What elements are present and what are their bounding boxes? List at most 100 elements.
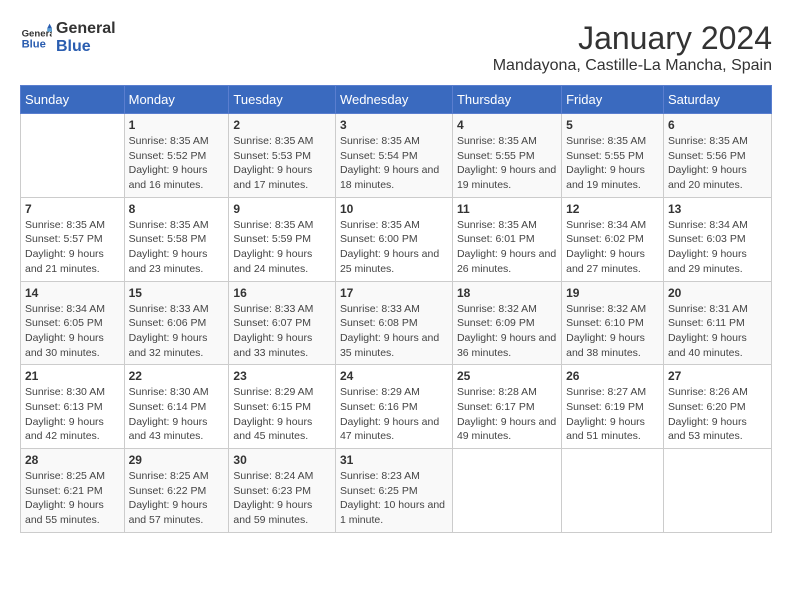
day-number: 6 [668,118,767,132]
calendar-cell: 21 Sunrise: 8:30 AMSunset: 6:13 PMDayligh… [21,365,125,449]
calendar-cell [663,449,771,533]
day-detail: Sunrise: 8:35 AMSunset: 6:00 PMDaylight:… [340,218,448,277]
day-number: 14 [25,286,120,300]
day-detail: Sunrise: 8:25 AMSunset: 6:22 PMDaylight:… [129,469,225,528]
weekday-header: Monday [124,86,229,114]
day-detail: Sunrise: 8:35 AMSunset: 5:53 PMDaylight:… [233,134,331,193]
calendar-week-row: 1Sunrise: 8:35 AMSunset: 5:52 PMDaylight… [21,114,772,198]
header-row: SundayMondayTuesdayWednesdayThursdayFrid… [21,86,772,114]
day-detail: Sunrise: 8:31 AMSunset: 6:11 PMDaylight:… [668,302,767,361]
day-number: 18 [457,286,557,300]
calendar-cell: 27 Sunrise: 8:26 AMSunset: 6:20 PMDayligh… [663,365,771,449]
calendar-week-row: 21 Sunrise: 8:30 AMSunset: 6:13 PMDayligh… [21,365,772,449]
day-detail: Sunrise: 8:33 AMSunset: 6:08 PMDaylight:… [340,302,448,361]
day-number: 31 [340,453,448,467]
calendar-cell: 6 Sunrise: 8:35 AMSunset: 5:56 PMDaylight… [663,114,771,198]
weekday-header: Thursday [452,86,561,114]
day-number: 16 [233,286,331,300]
day-detail: Sunrise: 8:32 AMSunset: 6:10 PMDaylight:… [566,302,659,361]
subtitle: Mandayona, Castille-La Mancha, Spain [493,57,772,75]
calendar-cell: 11 Sunrise: 8:35 AMSunset: 6:01 PMDayligh… [452,197,561,281]
calendar-cell: 4 Sunrise: 8:35 AMSunset: 5:55 PMDaylight… [452,114,561,198]
day-detail: Sunrise: 8:29 AMSunset: 6:16 PMDaylight:… [340,385,448,444]
day-detail: Sunrise: 8:35 AMSunset: 6:01 PMDaylight:… [457,218,557,277]
calendar-cell: 10 Sunrise: 8:35 AMSunset: 6:00 PMDayligh… [335,197,452,281]
day-number: 12 [566,202,659,216]
day-detail: Sunrise: 8:27 AMSunset: 6:19 PMDaylight:… [566,385,659,444]
calendar-cell: 20 Sunrise: 8:31 AMSunset: 6:11 PMDayligh… [663,281,771,365]
calendar-week-row: 28Sunrise: 8:25 AMSunset: 6:21 PMDayligh… [21,449,772,533]
day-number: 26 [566,369,659,383]
day-detail: Sunrise: 8:35 AMSunset: 5:55 PMDaylight:… [457,134,557,193]
day-detail: Sunrise: 8:32 AMSunset: 6:09 PMDaylight:… [457,302,557,361]
calendar-cell: 2 Sunrise: 8:35 AMSunset: 5:53 PMDaylight… [229,114,336,198]
day-detail: Sunrise: 8:23 AMSunset: 6:25 PMDaylight:… [340,469,448,528]
day-number: 24 [340,369,448,383]
calendar-cell: 19 Sunrise: 8:32 AMSunset: 6:10 PMDayligh… [562,281,664,365]
calendar-cell: 1Sunrise: 8:35 AMSunset: 5:52 PMDaylight… [124,114,229,198]
day-detail: Sunrise: 8:29 AMSunset: 6:15 PMDaylight:… [233,385,331,444]
calendar-cell [21,114,125,198]
day-detail: Sunrise: 8:35 AMSunset: 5:57 PMDaylight:… [25,218,120,277]
day-number: 21 [25,369,120,383]
day-number: 13 [668,202,767,216]
weekday-header: Sunday [21,86,125,114]
logo: General Blue General Blue [20,20,116,55]
calendar-cell: 31 Sunrise: 8:23 AMSunset: 6:25 PMDayligh… [335,449,452,533]
day-number: 15 [129,286,225,300]
calendar-cell: 22Sunrise: 8:30 AMSunset: 6:14 PMDayligh… [124,365,229,449]
day-detail: Sunrise: 8:35 AMSunset: 5:58 PMDaylight:… [129,218,225,277]
day-detail: Sunrise: 8:24 AMSunset: 6:23 PMDaylight:… [233,469,331,528]
calendar-cell: 23 Sunrise: 8:29 AMSunset: 6:15 PMDayligh… [229,365,336,449]
day-detail: Sunrise: 8:28 AMSunset: 6:17 PMDaylight:… [457,385,557,444]
calendar-cell: 9 Sunrise: 8:35 AMSunset: 5:59 PMDaylight… [229,197,336,281]
day-number: 10 [340,202,448,216]
calendar-cell: 12 Sunrise: 8:34 AMSunset: 6:02 PMDayligh… [562,197,664,281]
day-detail: Sunrise: 8:26 AMSunset: 6:20 PMDaylight:… [668,385,767,444]
calendar-cell: 7Sunrise: 8:35 AMSunset: 5:57 PMDaylight… [21,197,125,281]
calendar-cell: 26 Sunrise: 8:27 AMSunset: 6:19 PMDayligh… [562,365,664,449]
day-number: 11 [457,202,557,216]
day-detail: Sunrise: 8:30 AMSunset: 6:14 PMDaylight:… [129,385,225,444]
weekday-header: Friday [562,86,664,114]
day-detail: Sunrise: 8:30 AMSunset: 6:13 PMDaylight:… [25,385,120,444]
calendar-week-row: 7Sunrise: 8:35 AMSunset: 5:57 PMDaylight… [21,197,772,281]
day-detail: Sunrise: 8:34 AMSunset: 6:03 PMDaylight:… [668,218,767,277]
calendar-table: SundayMondayTuesdayWednesdayThursdayFrid… [20,85,772,533]
calendar-cell: 24 Sunrise: 8:29 AMSunset: 6:16 PMDayligh… [335,365,452,449]
day-detail: Sunrise: 8:35 AMSunset: 5:59 PMDaylight:… [233,218,331,277]
day-number: 8 [129,202,225,216]
day-number: 25 [457,369,557,383]
calendar-cell: 8 Sunrise: 8:35 AMSunset: 5:58 PMDaylight… [124,197,229,281]
calendar-cell: 30Sunrise: 8:24 AMSunset: 6:23 PMDayligh… [229,449,336,533]
day-detail: Sunrise: 8:35 AMSunset: 5:55 PMDaylight:… [566,134,659,193]
logo-blue: Blue [56,38,116,56]
day-number: 23 [233,369,331,383]
calendar-cell: 29Sunrise: 8:25 AMSunset: 6:22 PMDayligh… [124,449,229,533]
calendar-cell: 3 Sunrise: 8:35 AMSunset: 5:54 PMDaylight… [335,114,452,198]
day-detail: Sunrise: 8:33 AMSunset: 6:06 PMDaylight:… [129,302,225,361]
calendar-cell: 13 Sunrise: 8:34 AMSunset: 6:03 PMDayligh… [663,197,771,281]
day-detail: Sunrise: 8:34 AMSunset: 6:02 PMDaylight:… [566,218,659,277]
calendar-header: SundayMondayTuesdayWednesdayThursdayFrid… [21,86,772,114]
weekday-header: Saturday [663,86,771,114]
calendar-cell [562,449,664,533]
day-number: 3 [340,118,448,132]
day-number: 9 [233,202,331,216]
day-detail: Sunrise: 8:33 AMSunset: 6:07 PMDaylight:… [233,302,331,361]
day-number: 2 [233,118,331,132]
day-number: 5 [566,118,659,132]
day-number: 19 [566,286,659,300]
day-number: 27 [668,369,767,383]
day-number: 4 [457,118,557,132]
calendar-cell [452,449,561,533]
day-number: 20 [668,286,767,300]
day-number: 17 [340,286,448,300]
main-title: January 2024 [493,20,772,57]
day-number: 1 [129,118,225,132]
calendar-cell: 25 Sunrise: 8:28 AMSunset: 6:17 PMDayligh… [452,365,561,449]
weekday-header: Wednesday [335,86,452,114]
day-detail: Sunrise: 8:35 AMSunset: 5:56 PMDaylight:… [668,134,767,193]
day-detail: Sunrise: 8:35 AMSunset: 5:54 PMDaylight:… [340,134,448,193]
day-detail: Sunrise: 8:25 AMSunset: 6:21 PMDaylight:… [25,469,120,528]
